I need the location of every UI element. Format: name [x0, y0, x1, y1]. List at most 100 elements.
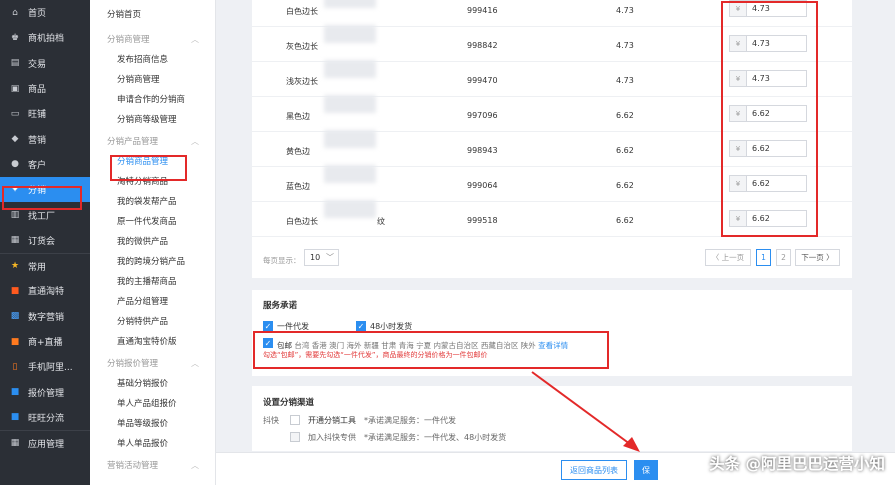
- watermark: 头条 @阿里巴巴运营小知: [709, 455, 885, 473]
- product-price: 6.62: [616, 181, 634, 190]
- nav-item-3[interactable]: ▣ 商品: [0, 76, 90, 101]
- blurred-text: [324, 130, 376, 148]
- back-to-list-button[interactable]: 返回商品列表: [561, 460, 627, 480]
- sub-nav-group-label: 分销报价管理: [107, 359, 159, 369]
- product-price: 4.73: [616, 76, 634, 85]
- view-details-link[interactable]: 查看详情: [538, 341, 568, 350]
- sub-nav-item[interactable]: 分销商品管理: [90, 151, 215, 171]
- nav-item-12[interactable]: ▩ 数字营销: [0, 304, 90, 329]
- channel-title: 设置分销渠道: [263, 398, 315, 408]
- nav-item-16[interactable]: ■ 旺旺分流: [0, 405, 90, 430]
- currency-icon: ¥: [730, 36, 747, 51]
- nav-item-14[interactable]: ▯ 手机阿里...: [0, 354, 90, 379]
- 48h-shipping-label: 48小时发货: [370, 322, 413, 331]
- free-shipping-checkbox[interactable]: ✓: [263, 338, 273, 348]
- sub-nav-item[interactable]: 分销商等级管理: [90, 109, 215, 129]
- join-exclusive-label: 加入抖快专供: [308, 433, 356, 442]
- sub-nav-group-label: 营销活动管理: [107, 461, 159, 471]
- product-code: 997096: [467, 111, 498, 120]
- dropship-checkbox[interactable]: ✓: [263, 321, 273, 331]
- dist-price-input[interactable]: ¥4.73: [729, 35, 807, 52]
- nav-item-9[interactable]: ▦ 订货会: [0, 228, 90, 253]
- sub-nav-item[interactable]: 直通淘宝特价版: [90, 331, 215, 351]
- sub-nav-group-label: 分销产品管理: [107, 137, 159, 147]
- sub-nav-item[interactable]: 发布招商信息: [90, 49, 215, 69]
- wangwang-icon: ■: [10, 412, 20, 423]
- store-icon: ▭: [10, 108, 20, 119]
- next-page-button[interactable]: 下一页 〉: [795, 249, 840, 266]
- page-2-button[interactable]: 2: [776, 249, 791, 266]
- enable-dist-tool-requirement: *承诺满足服务：一件代发: [364, 416, 456, 425]
- sub-nav-item[interactable]: 申请合作的分销商: [90, 89, 215, 109]
- excluded-areas: 台湾 香港 澳门 海外 新疆 甘肃 青海 宁夏 内蒙古自治区 西藏自治区 陕外: [294, 341, 536, 350]
- nav-item-5[interactable]: ◆ 营销: [0, 126, 90, 151]
- home-icon: ⌂: [12, 7, 18, 18]
- nav-item-8[interactable]: ▥ 找工厂: [0, 202, 90, 227]
- join-exclusive-checkbox[interactable]: [290, 432, 300, 442]
- sub-nav-item[interactable]: 产品分组管理: [90, 291, 215, 311]
- blurred-text: [324, 200, 376, 218]
- dist-price-input[interactable]: ¥6.62: [729, 175, 807, 192]
- nav-item-10[interactable]: ★ 常用: [0, 252, 90, 278]
- nav-item-1[interactable]: ♚ 商机拍档: [0, 25, 90, 50]
- product-price: 4.73: [616, 41, 634, 50]
- nav-label: 报价管理: [28, 388, 65, 399]
- sub-nav-group[interactable]: 分销产品管理 ︿: [90, 131, 215, 151]
- page-1-button[interactable]: 1: [756, 249, 771, 266]
- share-icon: ✦: [11, 184, 19, 195]
- prev-page-button[interactable]: 〈 上一页: [705, 249, 751, 266]
- enable-dist-tool-label: 开通分销工具: [308, 416, 356, 425]
- quote-icon: ■: [10, 387, 20, 398]
- nav-item-0[interactable]: ⌂ 首页: [0, 0, 90, 25]
- sub-nav-group[interactable]: 营销活动管理 ︿: [90, 455, 215, 475]
- apps-icon: ▦: [10, 438, 20, 449]
- free-shipping-note: 勾选“包邮”，需要先勾选“一件代发”，商品最终的分销价格为一件包邮价: [263, 351, 488, 359]
- currency-icon: ¥: [730, 106, 747, 121]
- nav-item-7[interactable]: ✦ 分销: [0, 177, 90, 203]
- sub-nav-item[interactable]: 原一件代发商品: [90, 211, 215, 231]
- product-code: 999518: [467, 216, 498, 225]
- sub-nav-item[interactable]: 基础分销报价: [90, 373, 215, 393]
- dist-price-input[interactable]: ¥6.62: [729, 140, 807, 157]
- product-price: 6.62: [616, 216, 634, 225]
- nav-item-11[interactable]: ■ 直通淘特: [0, 278, 90, 303]
- dist-price-input[interactable]: ¥6.62: [729, 105, 807, 122]
- main-content: 白色边长 999416 4.73 ¥4.73 灰色边长 998842 4.73 ¥4.73 浅灰…: [216, 0, 895, 485]
- taote-icon: ■: [10, 285, 20, 296]
- sub-nav-item[interactable]: 我的袋发帮产品: [90, 191, 215, 211]
- sub-nav-item[interactable]: 我的微供产品: [90, 231, 215, 251]
- sub-nav-group[interactable]: 分销报价管理 ︿: [90, 353, 215, 373]
- nav-label: 手机阿里...: [28, 363, 73, 374]
- nav-item-15[interactable]: ■ 报价管理: [0, 379, 90, 404]
- 48h-shipping-checkbox[interactable]: ✓: [356, 321, 366, 331]
- nav-label: 数字营销: [28, 312, 65, 323]
- sub-nav-item[interactable]: 分销商管理: [90, 69, 215, 89]
- phone-icon: ▯: [12, 361, 18, 372]
- table-row: 浅灰边长 999470 4.73 ¥4.73: [252, 60, 852, 97]
- nav-item-6[interactable]: ● 客户: [0, 152, 90, 177]
- dist-price-input[interactable]: ¥4.73: [729, 0, 807, 17]
- table-row: 白色边长 999416 4.73 ¥4.73: [252, 0, 852, 27]
- sub-nav-item[interactable]: 我的主播帮商品: [90, 271, 215, 291]
- enable-dist-tool-checkbox[interactable]: [290, 415, 300, 425]
- dist-price-value: 6.62: [752, 144, 770, 153]
- nav-item-13[interactable]: ■ 商+直播: [0, 329, 90, 354]
- table-row: 黑色边 997096 6.62 ¥6.62: [252, 95, 852, 132]
- sub-nav-item[interactable]: 单人产品组报价: [90, 393, 215, 413]
- sub-nav-group[interactable]: 分销商管理 ︿: [90, 29, 215, 49]
- pagination: 每页显示： 10 ﹀ 〈 上一页 1 2 下一页 〉: [252, 248, 852, 270]
- sub-nav-item[interactable]: 分销首页: [90, 4, 215, 24]
- dist-price-input[interactable]: ¥6.62: [729, 210, 807, 227]
- sub-nav-item[interactable]: 淘特分销商品: [90, 171, 215, 191]
- product-code: 998943: [467, 146, 498, 155]
- save-button[interactable]: 保: [634, 460, 658, 480]
- dist-price-input[interactable]: ¥4.73: [729, 70, 807, 87]
- nav-item-2[interactable]: ▤ 交易: [0, 51, 90, 76]
- per-page-select[interactable]: 10 ﹀: [304, 249, 339, 266]
- sub-nav-item[interactable]: 分销特供产品: [90, 311, 215, 331]
- sub-nav-item[interactable]: 单人单品报价: [90, 433, 215, 453]
- sub-nav-item[interactable]: 单品等级报价: [90, 413, 215, 433]
- nav-item-4[interactable]: ▭ 旺铺: [0, 101, 90, 126]
- nav-item-17[interactable]: ▦ 应用管理: [0, 430, 90, 455]
- sub-nav-item[interactable]: 我的跨境分销产品: [90, 251, 215, 271]
